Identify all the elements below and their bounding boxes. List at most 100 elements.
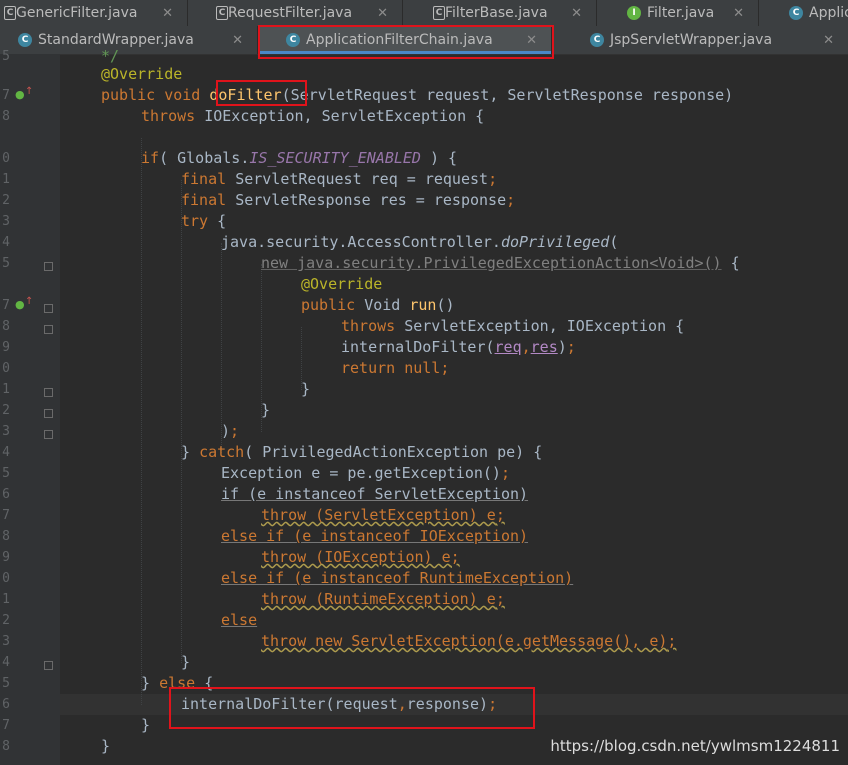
code-line: else (221, 611, 258, 629)
line-number: 5 (2, 49, 10, 64)
tab-generic-filter[interactable]: C GenericFilter.java ✕ (0, 0, 188, 26)
code-line: throw (ServletException) e; (261, 506, 505, 524)
line-number: 4 (2, 235, 10, 250)
implements-arrow-icon[interactable]: ↑ (25, 296, 33, 307)
line-number: 8 (2, 739, 10, 754)
fold-icon[interactable] (44, 388, 53, 397)
class-file-icon: C (216, 6, 228, 20)
code-line: new java.security.PrivilegedExceptionAct… (261, 254, 740, 272)
interface-file-icon: I (627, 6, 641, 20)
line-number: 5 (2, 676, 10, 691)
line-number: 6 (2, 697, 10, 712)
tab-filter[interactable]: I Filter.java ✕ (597, 0, 759, 26)
code-line: ); (221, 422, 240, 440)
override-method-icon[interactable]: ● (15, 88, 25, 101)
tab-label: GenericFilter.java (16, 5, 138, 21)
fold-icon[interactable] (44, 325, 53, 334)
line-number: 4 (2, 445, 10, 460)
line-number: 2 (2, 193, 10, 208)
highlight-box-tab (258, 25, 554, 59)
fold-icon[interactable] (44, 409, 53, 418)
indent-guide (141, 138, 142, 705)
line-number: 2 (2, 613, 10, 628)
code-line: public void doFilter(ServletRequest requ… (101, 86, 734, 104)
code-line: } (141, 716, 151, 734)
code-line: public Void run() (301, 296, 455, 314)
code-line: } (301, 380, 311, 398)
tab-filter-base[interactable]: C FilterBase.java ✕ (403, 0, 597, 26)
override-method-icon[interactable]: ● (15, 298, 25, 311)
class-file-icon: C (4, 6, 16, 20)
code-editor[interactable]: */ @Override public void doFilter(Servle… (60, 47, 848, 765)
code-line: final ServletResponse res = response; (181, 191, 516, 209)
code-line: try { (181, 212, 227, 230)
class-file-icon: C (18, 33, 32, 47)
code-line: } catch( PrivilegedActionException pe) { (181, 443, 543, 461)
close-icon[interactable]: ✕ (823, 33, 834, 48)
line-number: 0 (2, 571, 10, 586)
close-icon[interactable]: ✕ (232, 33, 243, 48)
code-line: @Override (301, 275, 383, 293)
code-line: java.security.AccessController.doPrivile… (221, 233, 619, 251)
code-line: if( Globals.IS_SECURITY_ENABLED ) { (141, 149, 458, 167)
tab-label: RequestFilter.java (228, 5, 353, 21)
close-icon[interactable]: ✕ (162, 6, 173, 21)
tab-application[interactable]: C Applic (759, 0, 848, 26)
close-icon[interactable]: ✕ (733, 6, 744, 21)
tab-label: Filter.java (647, 5, 715, 21)
line-number: 1 (2, 382, 10, 397)
line-number: 9 (2, 550, 10, 565)
fold-icon[interactable] (44, 430, 53, 439)
line-number: 3 (2, 424, 10, 439)
tab-request-filter[interactable]: C RequestFilter.java ✕ (188, 0, 403, 26)
line-number: 7 (2, 298, 10, 313)
line-number-gutter[interactable]: 5 7 ● ↑ 8 0 1 2 3 4 5 7 ● ↑ 8 9 0 1 2 3 … (0, 49, 60, 765)
line-number: 2 (2, 403, 10, 418)
close-icon[interactable]: ✕ (377, 6, 388, 21)
line-number: 9 (2, 340, 10, 355)
tab-standard-wrapper[interactable]: C StandardWrapper.java ✕ (0, 26, 258, 54)
tab-label: FilterBase.java (445, 5, 548, 21)
line-number: 0 (2, 151, 10, 166)
class-file-icon: C (433, 6, 445, 20)
line-number: 8 (2, 109, 10, 124)
line-number: 8 (2, 319, 10, 334)
watermark: https://blog.csdn.net/ywlmsm1224811 (550, 737, 840, 755)
tab-label: JspServletWrapper.java (610, 32, 773, 48)
fold-icon[interactable] (44, 304, 53, 313)
code-line: throw new ServletException(e.getMessage(… (261, 632, 677, 650)
fold-icon[interactable] (44, 661, 53, 670)
line-number: 1 (2, 592, 10, 607)
tab-jsp-servlet-wrapper[interactable]: C JspServletWrapper.java ✕ (552, 26, 848, 54)
line-number: 3 (2, 634, 10, 649)
class-file-icon: C (590, 33, 604, 47)
code-line: final ServletRequest req = request; (181, 170, 498, 188)
code-line: throw (RuntimeException) e; (261, 590, 505, 608)
line-number: 3 (2, 214, 10, 229)
highlight-box-internal-dofilter (169, 687, 535, 729)
code-line: throws ServletException, IOException { (341, 317, 685, 335)
line-number: 0 (2, 361, 10, 376)
line-number: 1 (2, 172, 10, 187)
highlight-box-dofilter (216, 80, 307, 106)
line-number: 5 (2, 256, 10, 271)
line-number: 6 (2, 487, 10, 502)
editor-tab-row-1: C GenericFilter.java ✕ C RequestFilter.j… (0, 0, 848, 26)
code-line: } (101, 737, 111, 755)
code-line: @Override (101, 65, 183, 83)
code-line: throw (IOException) e; (261, 548, 460, 566)
code-line: return null; (341, 359, 450, 377)
tab-label: Applic (809, 5, 848, 21)
fold-icon[interactable] (44, 262, 53, 271)
line-number: 7 (2, 718, 10, 733)
line-number: 5 (2, 466, 10, 481)
line-number: 4 (2, 655, 10, 670)
code-line: throws IOException, ServletException { (141, 107, 485, 125)
line-number: 7 (2, 88, 10, 103)
code-line: internalDoFilter(req,res); (341, 338, 576, 356)
close-icon[interactable]: ✕ (571, 6, 582, 21)
code-line: } (261, 401, 271, 419)
implements-arrow-icon[interactable]: ↑ (25, 86, 33, 97)
code-line: else if (e instanceof IOException) (221, 527, 529, 545)
line-number: 7 (2, 508, 10, 523)
